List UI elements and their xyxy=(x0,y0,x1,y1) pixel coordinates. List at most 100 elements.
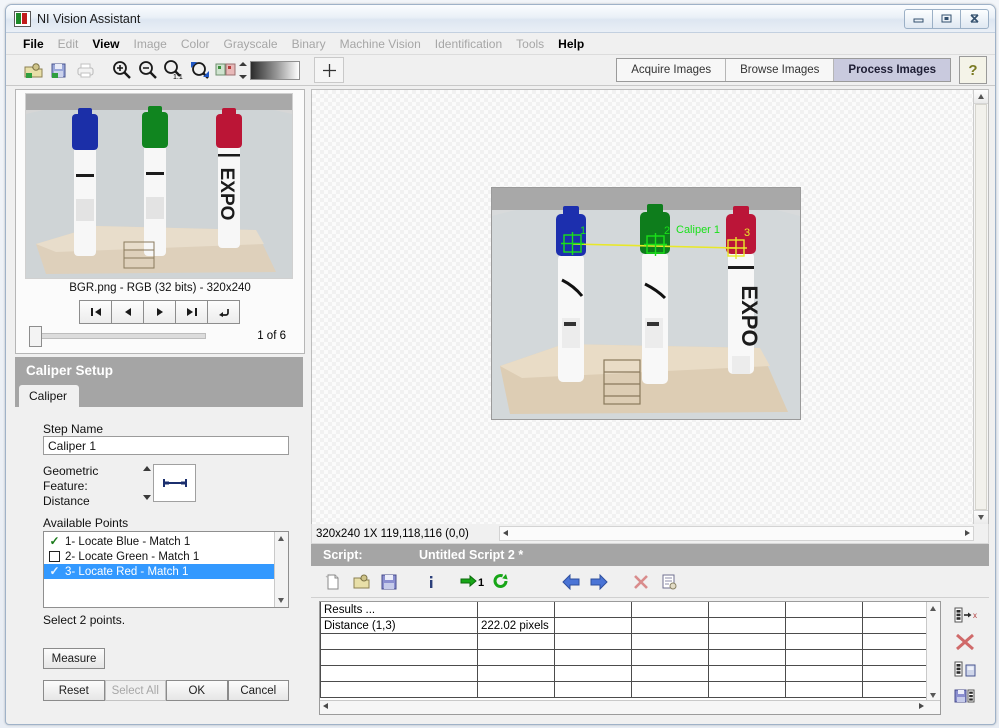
list-item[interactable]: 2- Locate Green - Match 1 xyxy=(44,549,274,564)
menu-item-grayscale[interactable]: Grayscale xyxy=(217,35,285,53)
scroll-down-icon[interactable] xyxy=(930,693,936,698)
results-vertical-scrollbar[interactable] xyxy=(926,602,940,700)
table-row[interactable] xyxy=(320,649,940,666)
list-item[interactable]: ✓ 1- Locate Blue - Match 1 xyxy=(44,534,274,549)
last-image-icon[interactable] xyxy=(175,300,208,324)
canvas-horizontal-scrollbar[interactable] xyxy=(498,526,974,541)
menu-item-edit[interactable]: Edit xyxy=(51,35,86,53)
table-row[interactable]: Distance (1,3) 222.02 pixels xyxy=(320,617,940,634)
table-row[interactable] xyxy=(320,665,940,682)
copy-results-icon[interactable] xyxy=(952,658,978,680)
table-row[interactable] xyxy=(320,681,940,698)
list-item[interactable]: ✓ 3- Locate Red - Match 1 xyxy=(44,564,274,579)
minimize-icon[interactable] xyxy=(904,8,933,29)
reset-button[interactable]: Reset xyxy=(43,680,105,701)
table-cell xyxy=(708,617,786,634)
menu-item-binary[interactable]: Binary xyxy=(285,35,333,53)
open-script-icon[interactable] xyxy=(347,570,375,594)
scrollbar-thumb[interactable] xyxy=(975,104,987,510)
scroll-right-icon[interactable] xyxy=(919,703,924,709)
menu-item-color[interactable]: Color xyxy=(174,35,217,53)
scroll-up-icon[interactable] xyxy=(930,606,936,611)
main-image-with-overlay[interactable]: EXPO 1 2 Caliper 1 3 xyxy=(491,187,801,420)
scroll-right-icon[interactable] xyxy=(965,529,970,536)
results-horizontal-scrollbar[interactable] xyxy=(320,700,940,714)
table-header-row: Results ... xyxy=(320,602,940,618)
scroll-left-icon[interactable] xyxy=(323,703,328,709)
contrast-spinner[interactable] xyxy=(239,61,248,79)
menu-item-identification[interactable]: Identification xyxy=(428,35,509,53)
points-list-scrollbar[interactable] xyxy=(274,532,288,607)
tab-browse-images[interactable]: Browse Images xyxy=(726,59,835,81)
help-icon[interactable]: ? xyxy=(959,56,987,84)
zoom-out-icon[interactable] xyxy=(135,58,161,82)
run-continuous-icon[interactable] xyxy=(487,570,515,594)
check-icon[interactable]: ✓ xyxy=(49,565,60,577)
ni-vision-icon xyxy=(14,10,31,27)
tab-caliper[interactable]: Caliper xyxy=(19,385,80,407)
zoom-actual-size-icon[interactable]: 1:1 xyxy=(161,58,187,82)
ok-button[interactable]: OK xyxy=(166,680,228,701)
window-controls xyxy=(904,8,991,29)
slider-thumb[interactable] xyxy=(29,326,42,347)
application-window: NI Vision Assistant File Edit View Image… xyxy=(0,0,999,728)
image-slider[interactable]: 1 of 6 xyxy=(29,326,292,347)
crosshair-tool-icon[interactable] xyxy=(314,57,344,83)
canvas-vertical-scrollbar[interactable] xyxy=(973,90,988,524)
scroll-left-icon[interactable] xyxy=(502,529,508,536)
menu-item-view[interactable]: View xyxy=(85,35,126,53)
geometric-feature-spinner[interactable] xyxy=(143,466,152,500)
color-palette-icon[interactable] xyxy=(213,58,239,82)
scroll-up-icon[interactable] xyxy=(974,90,988,104)
step-forward-icon[interactable] xyxy=(585,570,613,594)
script-label: Script: xyxy=(323,548,363,562)
step-name-input[interactable] xyxy=(43,436,289,455)
scroll-up-icon[interactable] xyxy=(278,536,284,541)
thumbnail-image[interactable]: EXPO xyxy=(25,93,293,279)
zoom-fit-icon[interactable] xyxy=(187,58,213,82)
export-results-icon[interactable]: x xyxy=(952,604,978,626)
geometric-feature-group: Geometric Feature: Distance xyxy=(43,464,289,509)
cancel-button[interactable]: Cancel xyxy=(227,680,289,701)
save-results-icon[interactable] xyxy=(952,685,978,707)
previous-image-icon[interactable] xyxy=(111,300,144,324)
image-info-label: BGR.png - RGB (32 bits) - 320x240 xyxy=(69,282,251,294)
step-back-icon[interactable] xyxy=(557,570,585,594)
new-script-icon[interactable] xyxy=(319,570,347,594)
zoom-in-icon[interactable] xyxy=(109,58,135,82)
first-image-icon[interactable] xyxy=(79,300,112,324)
delete-results-icon[interactable] xyxy=(952,631,978,653)
script-info-icon[interactable] xyxy=(417,570,445,594)
loop-image-icon[interactable] xyxy=(207,300,240,324)
save-image-icon[interactable] xyxy=(46,58,72,82)
scroll-down-icon[interactable] xyxy=(278,598,284,603)
table-cell xyxy=(477,649,555,666)
table-row[interactable] xyxy=(320,633,940,650)
image-canvas[interactable]: EXPO 1 2 Caliper 1 3 xyxy=(312,90,974,524)
next-image-icon[interactable] xyxy=(143,300,176,324)
window-body: EXPO BGR.png - RGB (32 bits) - 320x240 1… xyxy=(6,84,995,724)
run-once-icon[interactable]: 1 xyxy=(459,570,487,594)
menu-item-machine-vision[interactable]: Machine Vision xyxy=(333,35,428,53)
tab-process-images[interactable]: Process Images xyxy=(834,59,950,81)
table-cell xyxy=(477,633,555,650)
open-image-icon[interactable] xyxy=(20,58,46,82)
maximize-icon[interactable] xyxy=(932,8,961,29)
select-all-button[interactable]: Select All xyxy=(104,680,166,701)
close-icon[interactable] xyxy=(960,8,989,29)
menu-item-tools[interactable]: Tools xyxy=(509,35,551,53)
results-table[interactable]: Results ... Distance (1,3) 222.02 pixels xyxy=(320,602,940,698)
script-report-icon[interactable] xyxy=(655,570,683,594)
available-points-list[interactable]: ✓ 1- Locate Blue - Match 1 2- Locate Gre… xyxy=(43,531,289,608)
scroll-down-icon[interactable] xyxy=(974,510,988,524)
results-side-buttons: x xyxy=(941,598,989,720)
check-icon[interactable]: ✓ xyxy=(49,535,60,547)
checkbox-icon[interactable] xyxy=(49,551,60,562)
save-script-icon[interactable] xyxy=(375,570,403,594)
tab-acquire-images[interactable]: Acquire Images xyxy=(617,59,727,81)
menu-item-image[interactable]: Image xyxy=(127,35,174,53)
measure-button[interactable]: Measure xyxy=(43,648,105,669)
menu-item-help[interactable]: Help xyxy=(551,35,591,53)
menu-item-file[interactable]: File xyxy=(16,35,51,53)
delete-step-icon[interactable] xyxy=(627,570,655,594)
